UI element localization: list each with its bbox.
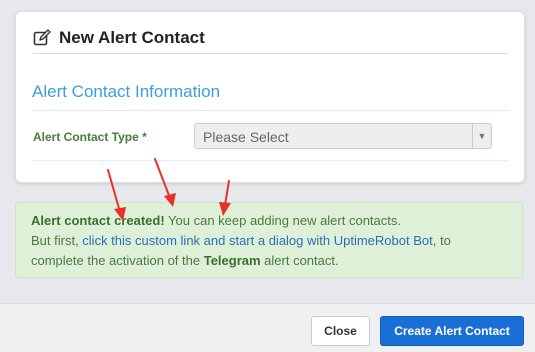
section-title: Alert Contact Information bbox=[32, 82, 221, 101]
alert-contact-type-select[interactable]: Please Select ▼ bbox=[194, 123, 492, 149]
modal-footer: Close Create Alert Contact bbox=[0, 303, 535, 352]
alert-text: But first, bbox=[31, 233, 83, 248]
edit-icon bbox=[33, 29, 51, 47]
section-divider bbox=[33, 110, 508, 111]
select-value: Please Select bbox=[203, 129, 289, 145]
create-alert-contact-button[interactable]: Create Alert Contact bbox=[380, 316, 524, 346]
field-divider bbox=[33, 160, 508, 161]
alert-contact-panel: New Alert Contact Alert Contact Informat… bbox=[15, 11, 525, 183]
alert-created-text: Alert contact created! bbox=[31, 213, 165, 228]
telegram-label: Telegram bbox=[203, 253, 261, 268]
success-alert: Alert contact created! You can keep addi… bbox=[15, 202, 523, 278]
alert-text: alert contact. bbox=[260, 253, 339, 268]
close-button[interactable]: Close bbox=[311, 316, 370, 346]
alert-contact-type-label: Alert Contact Type * bbox=[33, 130, 147, 144]
telegram-bot-link[interactable]: click this custom link and start a dialo… bbox=[82, 233, 432, 248]
alert-text: You can keep adding new alert contacts. bbox=[164, 213, 401, 228]
chevron-down-icon[interactable]: ▼ bbox=[472, 124, 491, 148]
modal-title: New Alert Contact bbox=[59, 28, 205, 47]
panel-header: New Alert Contact bbox=[33, 23, 508, 54]
